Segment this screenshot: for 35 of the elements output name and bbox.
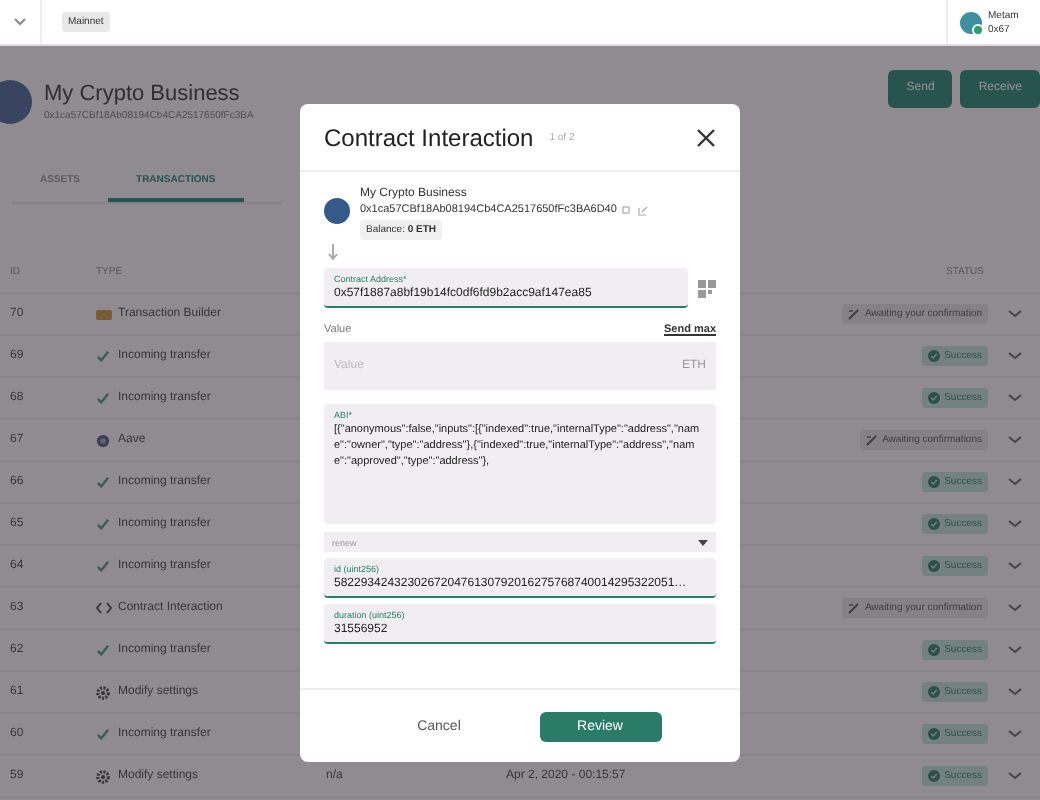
chevron-icon[interactable]: [1008, 562, 1022, 570]
check-icon: [96, 560, 110, 572]
close-icon[interactable]: [696, 127, 716, 147]
qr-code-icon[interactable]: [698, 279, 716, 297]
check-icon: [96, 476, 110, 488]
safe-name: My Crypto Business: [44, 82, 242, 106]
caret-icon: [698, 539, 708, 545]
safe-avatar: [324, 198, 350, 224]
gear-icon: [96, 769, 110, 783]
chevron-icon[interactable]: [1008, 772, 1022, 780]
modal-title: Contract Interaction: [324, 123, 534, 151]
copy-icon[interactable]: [622, 205, 633, 215]
check-icon: [96, 518, 110, 530]
check-icon: [96, 392, 110, 404]
safe-avatar: [0, 80, 32, 124]
chevron-icon[interactable]: [1008, 646, 1022, 654]
chevron-icon[interactable]: [1008, 688, 1022, 696]
chevron-icon[interactable]: [1008, 394, 1022, 402]
chevron-icon[interactable]: [1008, 310, 1022, 318]
external-link-icon[interactable]: [638, 205, 649, 215]
chevron-icon[interactable]: [1008, 352, 1022, 360]
caret-icon[interactable]: [14, 18, 26, 26]
coin-icon: [96, 433, 110, 447]
avatar-icon[interactable]: [960, 11, 982, 33]
chevron-icon[interactable]: [1008, 730, 1022, 738]
chevron-icon[interactable]: [1008, 478, 1022, 486]
chevron-icon[interactable]: [1008, 436, 1022, 444]
check-icon: [96, 350, 110, 362]
gear-icon: [96, 685, 110, 699]
down-arrow-icon: [328, 244, 338, 260]
check-icon: [96, 644, 110, 656]
check-icon: [96, 728, 110, 740]
code-icon: [96, 602, 112, 614]
chevron-icon[interactable]: [1008, 604, 1022, 612]
chevron-icon[interactable]: [1008, 520, 1022, 528]
